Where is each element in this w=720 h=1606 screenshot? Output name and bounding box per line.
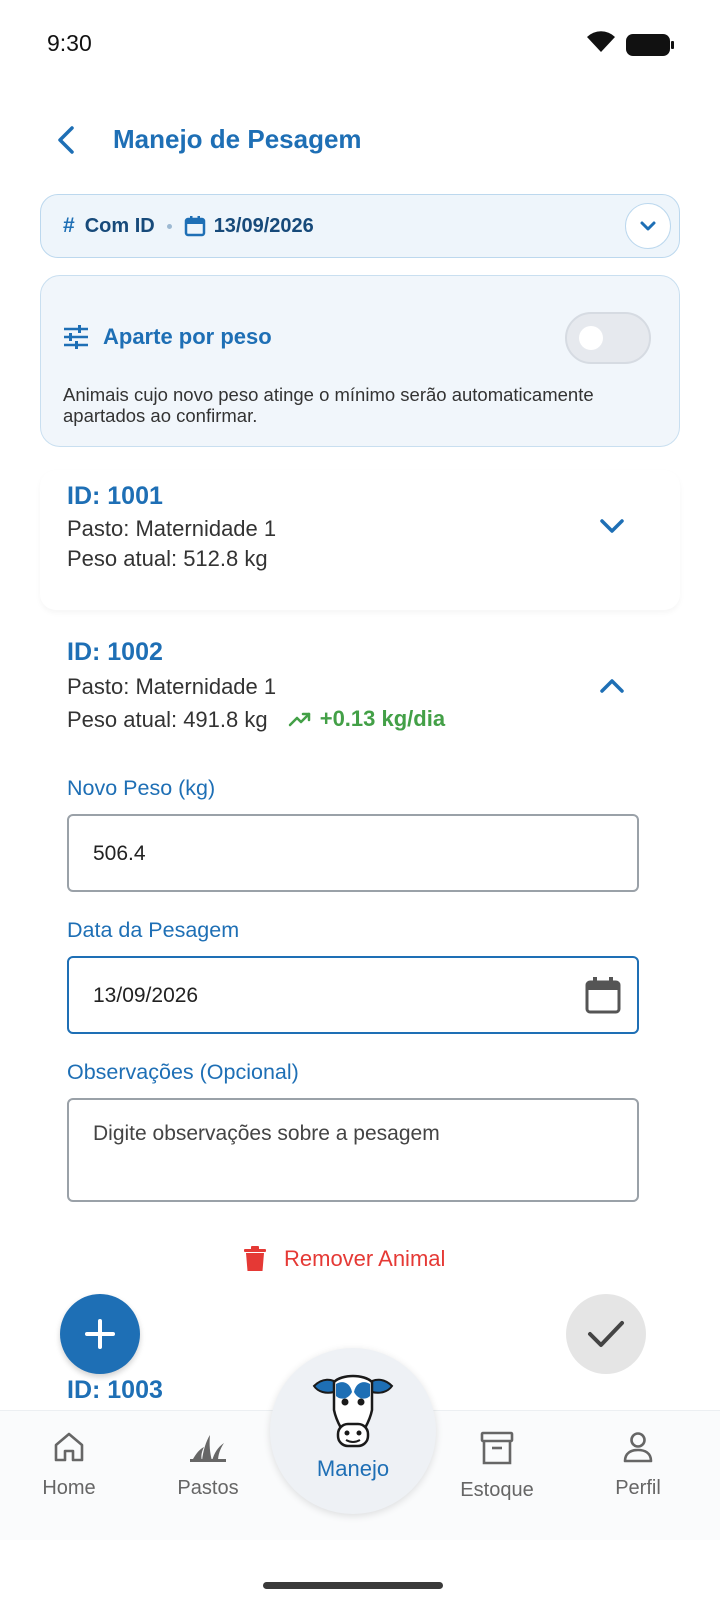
cow-icon <box>312 1374 394 1448</box>
novo-peso-input[interactable]: 506.4 <box>67 814 639 892</box>
calendar-button[interactable] <box>585 976 621 1020</box>
filter-date: 13/09/2026 <box>213 214 314 237</box>
novo-peso-value: 506.4 <box>93 842 146 865</box>
status-icons <box>586 30 674 59</box>
animal-card-expanded: ID: 1002 Pasto: Maternidade 1 Peso atual… <box>40 630 680 1310</box>
animal-pasto: Pasto: Maternidade 1 <box>67 674 277 699</box>
calendar-icon <box>184 215 206 237</box>
check-icon <box>588 1321 624 1347</box>
page-title: Manejo de Pesagem <box>113 124 362 154</box>
animal-id: ID: 1003 <box>67 1376 163 1404</box>
data-pesagem-value: 13/09/2026 <box>93 984 199 1007</box>
filter-mode: Com ID <box>84 214 155 237</box>
animal-peso: Peso atual: 512.8 kg <box>67 546 268 571</box>
nav-perfil[interactable]: Perfil <box>583 1431 693 1500</box>
data-pesagem-label: Data da Pesagem <box>67 918 240 942</box>
filter-summary-bar[interactable]: # Com ID 13/09/2026 <box>40 194 680 258</box>
chevron-down-icon <box>600 519 624 533</box>
status-bar: 9:30 <box>0 0 720 90</box>
observacoes-input[interactable]: Digite observações sobre a pesagem <box>67 1098 639 1202</box>
chevron-down-icon <box>640 221 656 231</box>
nav-pastos[interactable]: Pastos <box>153 1431 263 1500</box>
home-icon <box>54 1432 84 1462</box>
gain-value: +0.13 kg/dia <box>319 706 446 731</box>
app-header: Manejo de Pesagem <box>0 110 720 170</box>
novo-peso-label: Novo Peso (kg) <box>67 776 216 800</box>
nav-estoque[interactable]: Estoque <box>442 1431 552 1502</box>
animal-card[interactable]: ID: 1001 Pasto: Maternidade 1 Peso atual… <box>40 470 680 610</box>
nav-home[interactable]: Home <box>14 1431 124 1500</box>
toggle-knob <box>579 326 603 350</box>
animal-pasto: Pasto: Maternidade 1 <box>67 516 277 541</box>
battery-icon <box>626 33 674 56</box>
status-time: 9:30 <box>47 30 92 56</box>
trending-up-icon <box>288 712 310 727</box>
tune-icon <box>64 325 88 349</box>
chevron-left-icon <box>58 126 74 154</box>
remove-animal-button[interactable]: Remover Animal <box>244 1246 445 1272</box>
trash-icon <box>244 1246 266 1271</box>
nav-label: Manejo <box>316 1456 390 1481</box>
expand-button[interactable] <box>592 506 632 546</box>
weight-gain: +0.13 kg/dia <box>288 706 445 732</box>
animal-id: ID: 1001 <box>67 482 163 510</box>
aparte-card: Aparte por peso Animais cujo novo peso a… <box>40 275 680 447</box>
aparte-description: Animais cujo novo peso atinge o mínimo s… <box>63 384 594 426</box>
grass-icon <box>190 1435 226 1462</box>
separator-dot <box>166 223 172 229</box>
data-pesagem-input[interactable]: 13/09/2026 <box>67 956 639 1034</box>
back-button[interactable] <box>48 120 84 160</box>
person-icon <box>623 1432 653 1463</box>
filter-expand-button[interactable] <box>625 203 671 249</box>
add-animal-fab[interactable] <box>60 1294 140 1374</box>
home-indicator[interactable] <box>263 1582 443 1589</box>
confirm-fab[interactable] <box>566 1294 646 1374</box>
hash-icon: # <box>63 214 75 237</box>
nav-label: Perfil <box>615 1477 661 1499</box>
aparte-toggle[interactable] <box>565 312 651 364</box>
calendar-icon <box>585 977 621 1014</box>
animal-id: ID: 1002 <box>67 638 163 666</box>
observacoes-label: Observações (Opcional) <box>67 1060 299 1084</box>
nav-label: Estoque <box>460 1479 534 1501</box>
nav-label: Pastos <box>177 1477 239 1499</box>
chevron-up-icon <box>600 679 624 693</box>
aparte-header: Aparte por peso <box>63 324 272 350</box>
nav-label: Home <box>42 1477 96 1499</box>
wifi-icon <box>586 30 616 59</box>
archive-icon <box>480 1431 514 1465</box>
plus-icon <box>85 1319 115 1349</box>
observacoes-placeholder: Digite observações sobre a pesagem <box>93 1122 440 1145</box>
nav-manejo[interactable]: Manejo <box>270 1348 436 1514</box>
remove-animal-label: Remover Animal <box>284 1246 446 1271</box>
aparte-title: Aparte por peso <box>103 324 272 349</box>
collapse-button[interactable] <box>592 666 632 706</box>
animal-peso-row: Peso atual: 491.8 kg +0.13 kg/dia <box>67 706 445 733</box>
animal-peso: Peso atual: 491.8 kg <box>67 707 268 732</box>
